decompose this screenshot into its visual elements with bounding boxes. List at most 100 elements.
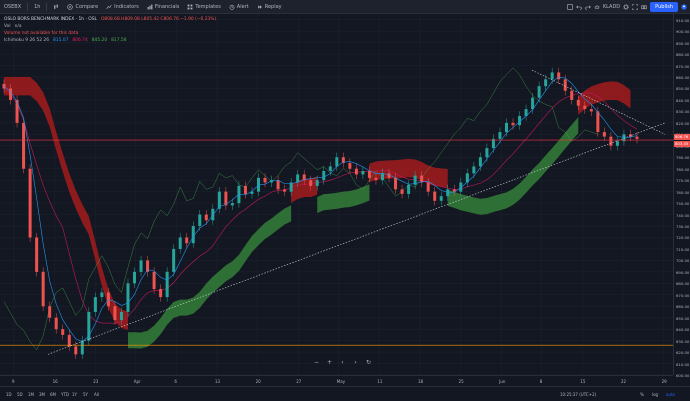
layout-icon[interactable] <box>567 4 573 10</box>
range-button[interactable]: YTD <box>61 392 69 397</box>
indicators-button[interactable]: Indicators <box>102 0 143 14</box>
time-tick-label: 18 <box>418 379 424 384</box>
alert-button[interactable]: Alert <box>225 0 253 14</box>
price-tick-label: 880.00 <box>676 52 690 58</box>
time-tick-label: 6 <box>174 379 177 384</box>
candle-body <box>635 136 639 139</box>
time-tick-label: 11 <box>377 379 383 384</box>
price-tick-label: 890.00 <box>676 40 690 46</box>
time-axis[interactable]: 9 16 23 Apr 6 13 20 27 May 11 18 25 Jun 8 15 22 29 <box>0 375 673 385</box>
replay-label: Replay <box>264 3 282 10</box>
range-button[interactable]: 3M <box>39 392 45 397</box>
indicators-icon <box>106 4 112 9</box>
range-button[interactable]: 5Y <box>83 392 88 397</box>
range-button[interactable]: All <box>94 392 99 397</box>
price-tick-label: 780.00 <box>676 166 690 172</box>
time-tick-label: 15 <box>580 379 586 384</box>
range-button[interactable]: 1Y <box>72 392 77 397</box>
divider <box>27 2 29 11</box>
candle-body <box>67 334 71 347</box>
price-tick-label: 660.00 <box>676 304 690 310</box>
candle-body <box>211 208 215 221</box>
camera-icon[interactable] <box>641 4 647 10</box>
candle-body <box>322 171 326 181</box>
price-tick-label: 740.00 <box>676 212 690 218</box>
volume-warning-row: Volume not available for this data <box>4 31 78 36</box>
legend-ichimoku-row[interactable]: Ichimoku 9 26 52 26 815.07 806.74 845.20… <box>4 38 127 43</box>
replay-button[interactable]: Replay <box>253 0 286 14</box>
publish-button[interactable]: Publish <box>650 2 678 12</box>
candle-body <box>22 122 26 169</box>
auto-toggle[interactable]: auto <box>666 392 675 397</box>
candle-body <box>354 168 358 175</box>
candle-body <box>446 189 450 197</box>
candle-body <box>557 72 561 80</box>
trend-line-support <box>47 122 666 355</box>
trading-app: OSEBX 1h Compare Indicators Financials T… <box>0 0 690 401</box>
range-button[interactable]: 1D <box>6 392 12 397</box>
legend-ohlc: O808.68 H809.08 L805.42 C806.76 −1.90 (−… <box>100 17 217 22</box>
gear-icon[interactable] <box>623 4 629 10</box>
financials-button[interactable]: Financials <box>143 0 184 14</box>
candle-body <box>263 177 267 183</box>
candle-body <box>511 122 515 126</box>
cloud-icon[interactable] <box>594 4 600 10</box>
alarm-clock-icon <box>229 4 235 10</box>
layout-name[interactable]: KLADD <box>603 4 620 10</box>
price-tick-label: 670.00 <box>676 292 690 298</box>
percent-toggle[interactable]: % <box>640 392 644 397</box>
divider <box>46 2 48 11</box>
range-button[interactable]: 5D <box>17 392 23 397</box>
candle-body <box>80 340 84 355</box>
candle-body <box>191 226 195 244</box>
symbol-search[interactable]: OSEBX <box>0 0 25 14</box>
compare-button[interactable]: Compare <box>63 0 102 14</box>
redo-icon[interactable] <box>585 4 591 10</box>
candle-body <box>407 184 411 194</box>
candle-body <box>433 191 437 201</box>
reset-chart-button[interactable]: ↻ <box>365 359 372 366</box>
price-tick-label: 700.00 <box>676 258 690 264</box>
candle-body <box>126 283 130 312</box>
candle-body <box>74 346 78 355</box>
candle-body <box>583 105 587 110</box>
time-tick-label: 22 <box>621 379 627 384</box>
user-avatar-icon[interactable] <box>681 4 687 10</box>
log-toggle[interactable]: log <box>652 392 658 397</box>
templates-button[interactable]: Templates <box>183 0 224 14</box>
candle-body <box>348 162 352 169</box>
top-toolbar: OSEBX 1h Compare Indicators Financials T… <box>0 0 690 14</box>
range-button[interactable]: 6M <box>50 392 56 397</box>
candle-body <box>400 189 404 194</box>
candle-body <box>152 271 156 290</box>
legend-volume-row[interactable]: Vol n/a <box>4 24 22 29</box>
price-tick-label: 630.00 <box>676 338 690 344</box>
price-axis[interactable]: 910.00 900.00 890.00 880.00 870.00 860.00 850.… <box>673 14 690 378</box>
candle-body <box>478 157 482 167</box>
candle-body <box>100 292 104 298</box>
candle-body <box>113 306 117 320</box>
scroll-right-button[interactable]: › <box>352 359 359 366</box>
fullscreen-icon[interactable] <box>632 4 638 10</box>
candle-body <box>420 175 424 183</box>
candle-body <box>485 148 489 158</box>
price-tick-label: 720.00 <box>676 235 690 241</box>
price-chart[interactable] <box>0 14 673 375</box>
interval-button[interactable]: 1h <box>30 0 44 14</box>
bar-style-button[interactable] <box>49 0 63 14</box>
zoom-out-button[interactable]: − <box>313 359 320 366</box>
zoom-in-button[interactable]: + <box>326 359 333 366</box>
candle-body <box>537 86 541 98</box>
time-tick-label: 8 <box>539 379 543 384</box>
candle-body <box>563 79 567 91</box>
time-tick-label: May <box>336 379 346 384</box>
replay-icon <box>257 4 262 9</box>
range-button[interactable]: 1M <box>28 392 34 397</box>
candle-body <box>302 174 306 181</box>
candle-body <box>570 90 574 100</box>
price-tick-label: 710.00 <box>676 246 690 252</box>
scroll-left-button[interactable]: ‹ <box>339 359 346 366</box>
time-tick-label: 16 <box>52 379 58 384</box>
interval-label: 1h <box>34 3 41 10</box>
undo-icon[interactable] <box>576 4 582 10</box>
